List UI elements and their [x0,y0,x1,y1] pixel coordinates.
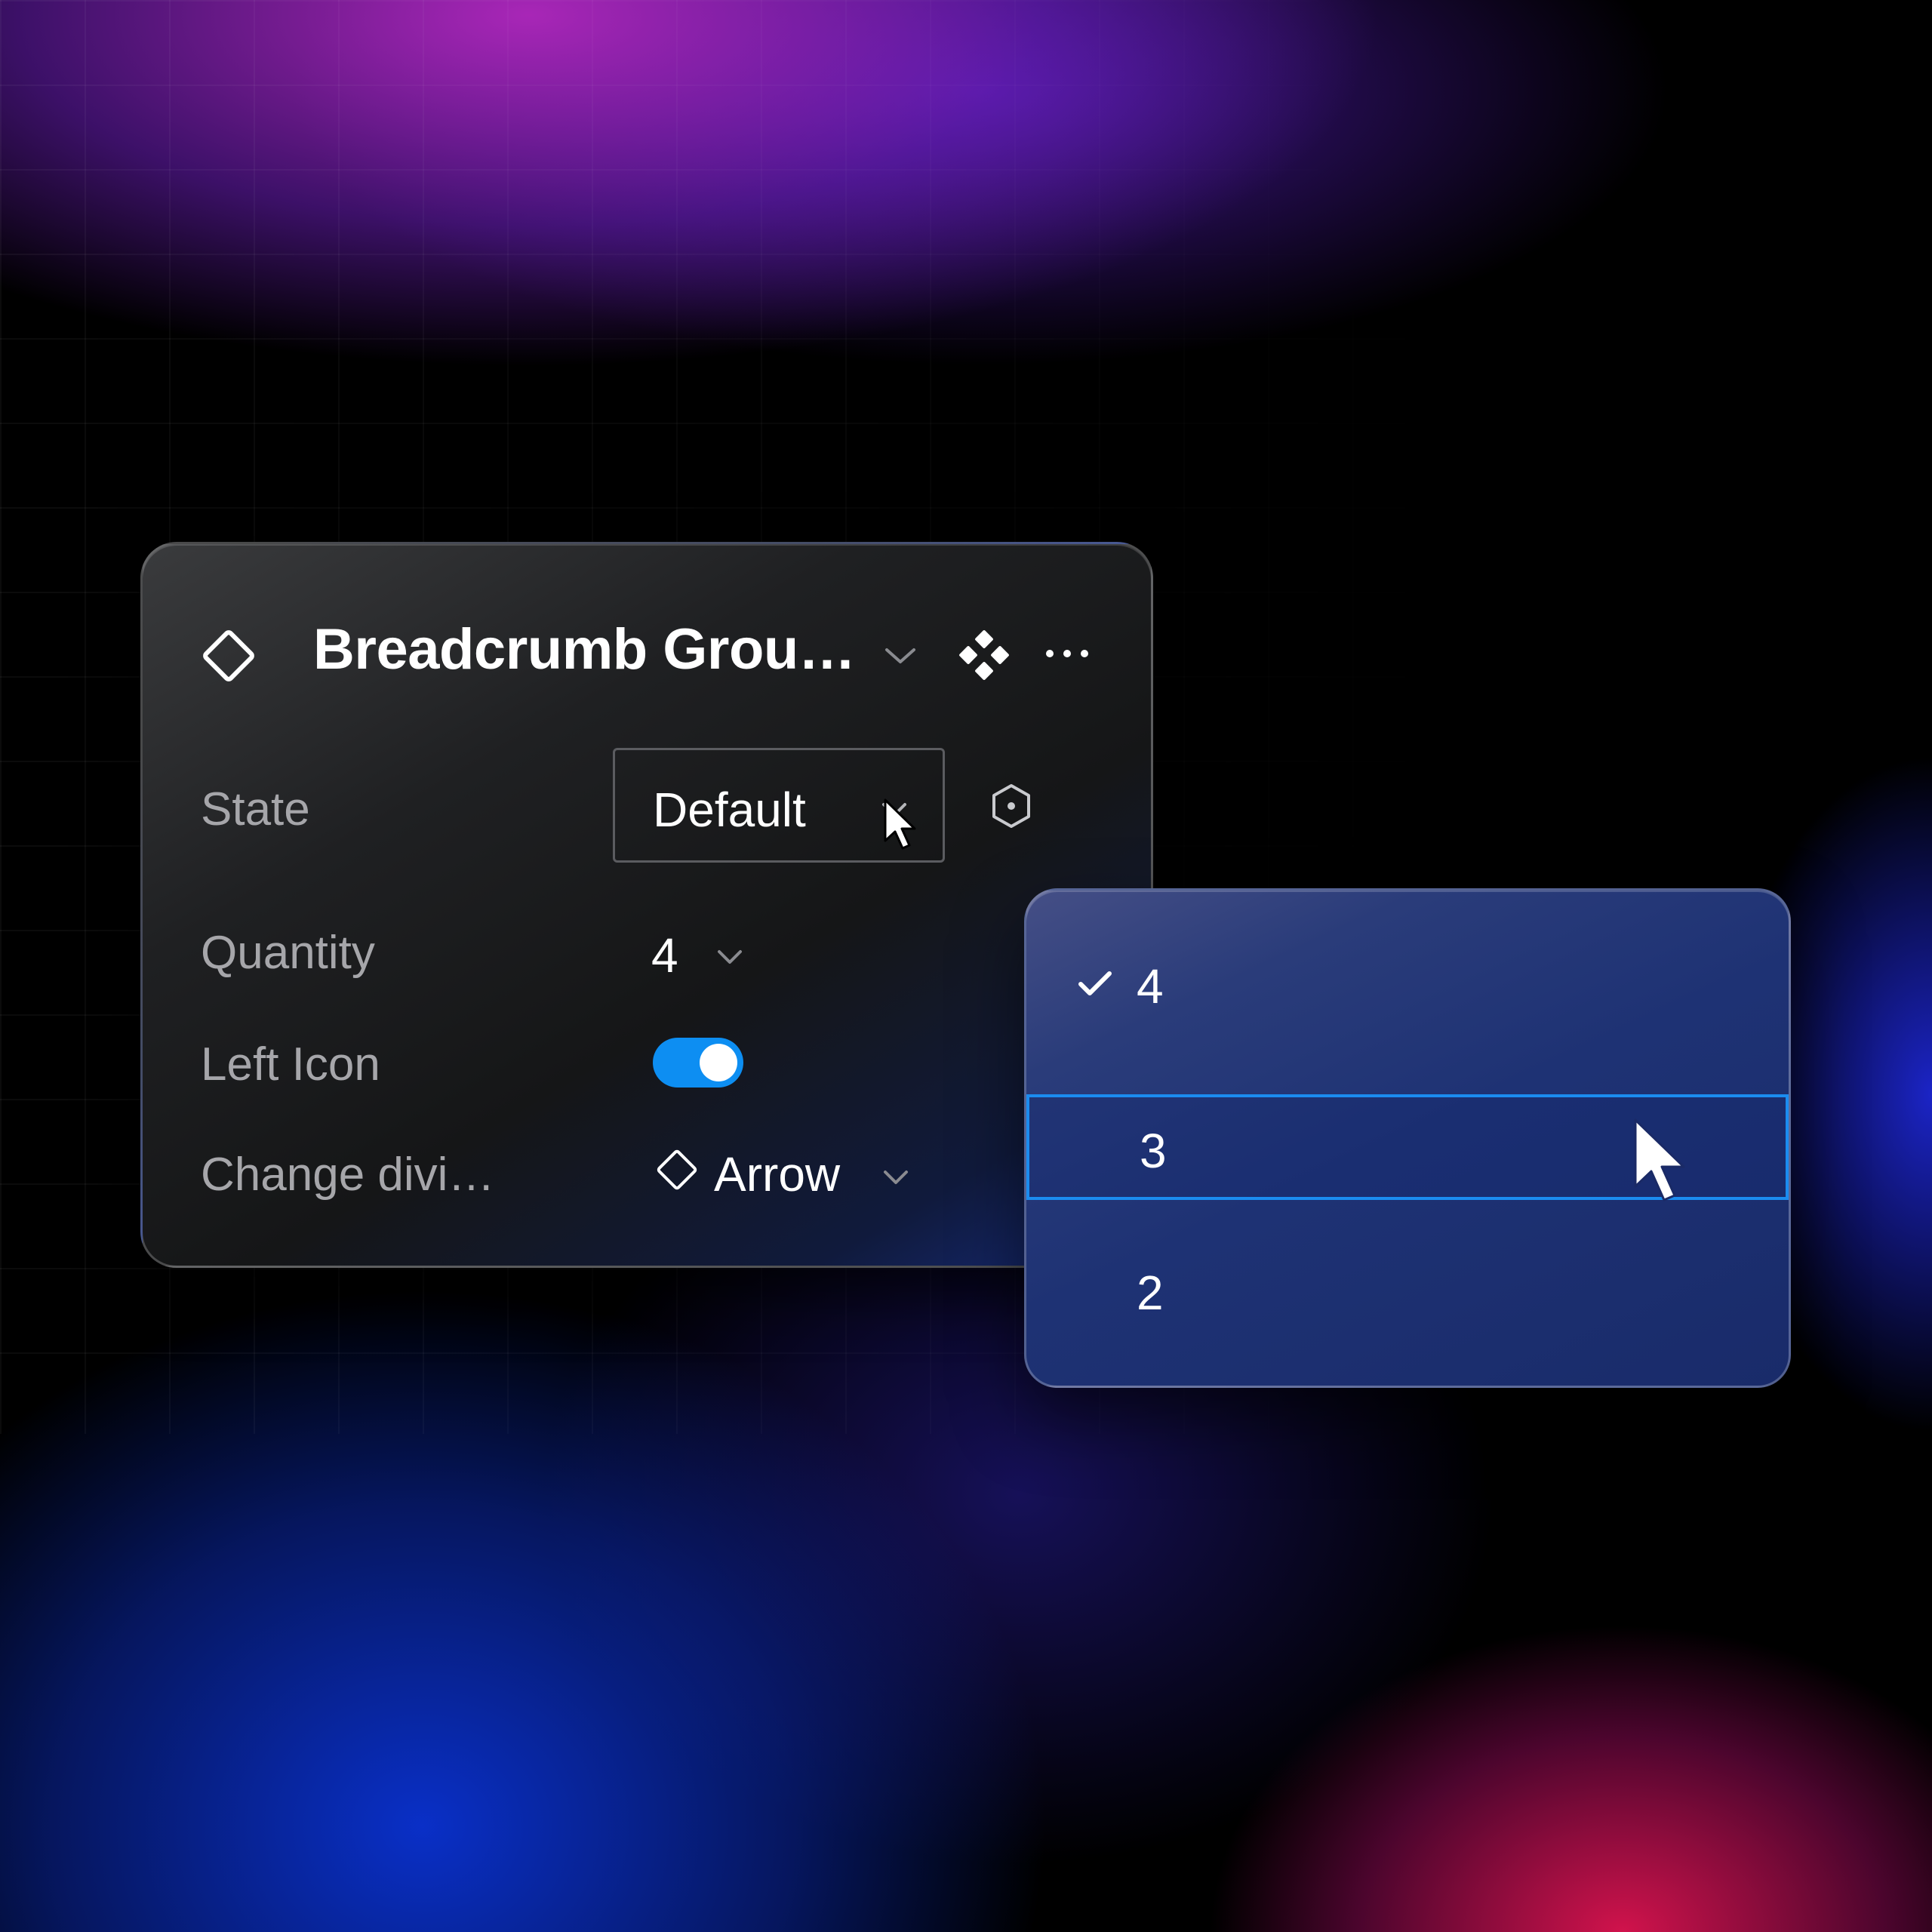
option-label: 3 [1140,1124,1167,1178]
state-select[interactable]: Default [613,748,945,863]
component-properties-panel: Breadcrumb Grou… State Default Quantity … [140,542,1153,1268]
quantity-select[interactable]: 4 [651,928,678,983]
quantity-dropdown-menu: 4 3 2 [1024,888,1791,1388]
component-icon[interactable] [958,629,1011,681]
mouse-cursor-icon [1634,1118,1685,1201]
dropdown-option[interactable]: 4 [1026,933,1789,1038]
canvas-background: Breadcrumb Grou… State Default Quantity … [0,0,1932,1932]
state-label: State [201,783,310,835]
left-icon-label: Left Icon [201,1038,380,1091]
check-icon [1078,971,1112,995]
chevron-down-icon[interactable] [715,944,745,970]
option-label: 4 [1137,959,1164,1014]
toggle-knob [700,1044,737,1081]
divider-label: Change divi… [201,1149,495,1201]
diamond-outline-icon [657,1149,697,1190]
chevron-down-icon[interactable] [882,641,918,671]
more-horizontal-icon[interactable] [1041,635,1094,672]
hexagon-variable-icon[interactable] [988,783,1035,829]
chevron-down-icon[interactable] [881,1164,911,1190]
option-label: 2 [1137,1266,1164,1320]
dropdown-option[interactable]: 2 [1026,1239,1789,1345]
state-value: Default [653,783,806,837]
component-title[interactable]: Breadcrumb Grou… [313,617,856,682]
divider-select[interactable]: Arrow [714,1146,840,1202]
quantity-label: Quantity [201,927,375,979]
left-icon-toggle[interactable] [653,1038,743,1088]
dropdown-option-highlighted[interactable]: 3 [1026,1094,1789,1201]
diamond-outline-icon [203,630,254,681]
mouse-cursor-icon [884,798,916,850]
